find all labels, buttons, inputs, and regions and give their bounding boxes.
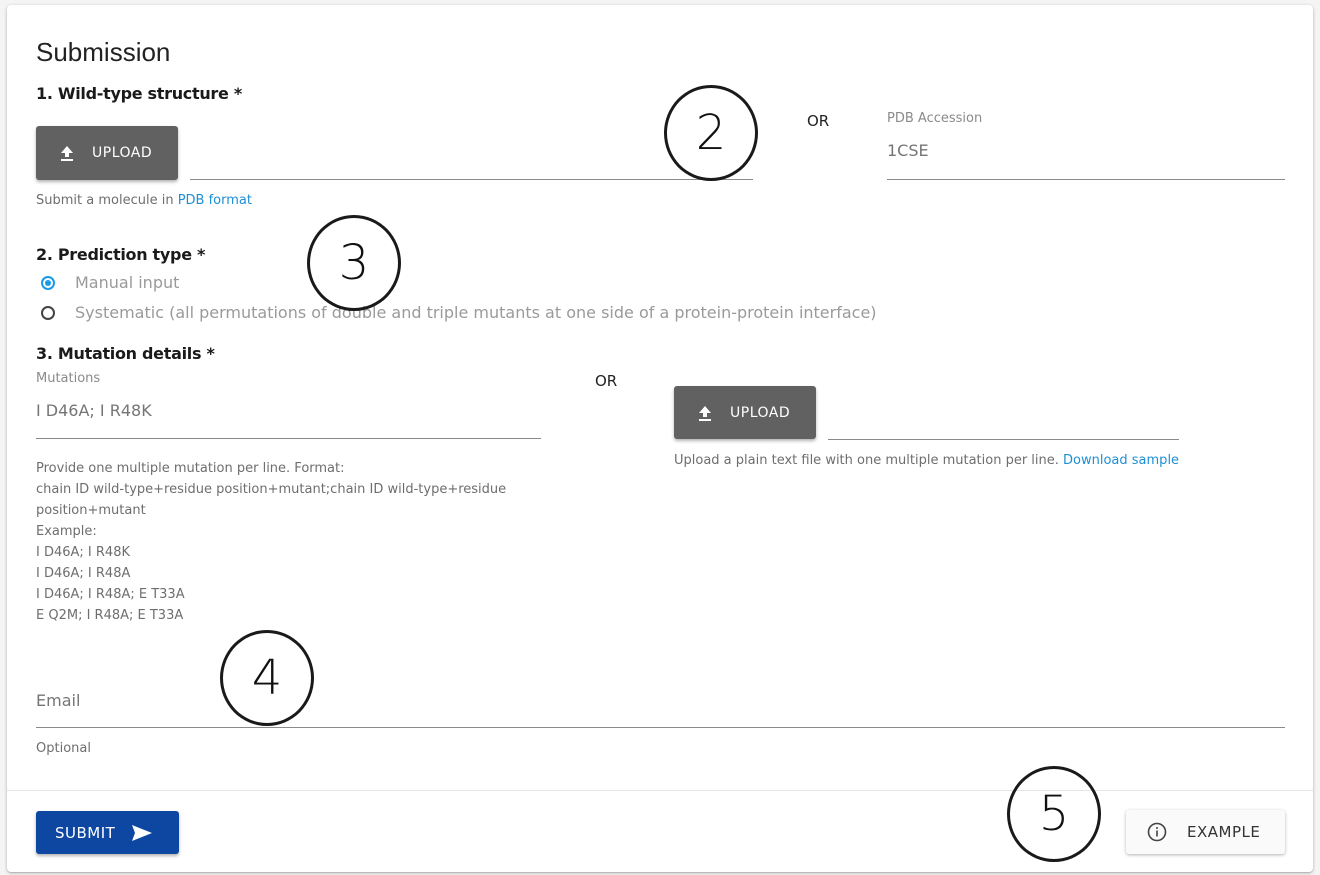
mutations-underline — [36, 438, 541, 439]
send-icon — [131, 824, 153, 842]
mutations-input[interactable] — [36, 401, 541, 420]
section-wild-type-heading: 1. Wild-type structure * — [36, 84, 242, 103]
or-label: OR — [807, 112, 830, 130]
structure-hint: Submit a molecule in PDB format — [36, 193, 252, 208]
email-helper: Optional — [36, 741, 91, 756]
upload-icon — [698, 405, 712, 421]
structure-upload-button[interactable]: UPLOAD — [36, 126, 178, 180]
helper-line: chain ID wild-type+residue position+muta… — [36, 482, 507, 497]
helper-line: Provide one multiple mutation per line. … — [36, 461, 345, 476]
or-label: OR — [595, 372, 618, 390]
helper-line: Example: — [36, 524, 97, 539]
helper-line: I D46A; I R48K — [36, 545, 130, 560]
mutations-upload-button[interactable]: UPLOAD — [674, 386, 816, 439]
annotation-marker: 2 — [664, 85, 758, 181]
section-mutation-details-heading: 3. Mutation details * — [36, 344, 215, 363]
upload-hint-text: Upload a plain text file with one multip… — [674, 453, 1064, 468]
annotation-marker: 5 — [1007, 766, 1101, 862]
mutations-label: Mutations — [36, 371, 101, 386]
mutations-upload-hint: Upload a plain text file with one multip… — [674, 453, 1179, 468]
annotation-marker: 3 — [307, 215, 401, 311]
footer-divider — [7, 790, 1313, 791]
mutations-file-field[interactable] — [828, 439, 1179, 440]
pdb-accession-label: PDB Accession — [887, 111, 983, 126]
info-icon — [1147, 822, 1167, 842]
download-sample-link[interactable]: Download sample — [1063, 453, 1179, 468]
section-prediction-type-heading: 2. Prediction type * — [36, 245, 206, 264]
upload-label: UPLOAD — [92, 145, 153, 161]
annotation-marker: 4 — [220, 630, 314, 726]
pdb-accession-underline — [887, 179, 1285, 180]
structure-file-field[interactable] — [190, 179, 753, 180]
upload-label: UPLOAD — [730, 404, 791, 421]
submit-button[interactable]: SUBMIT — [36, 811, 179, 854]
pdb-format-link[interactable]: PDB format — [178, 193, 252, 208]
radio-label: Manual input — [75, 273, 180, 292]
example-button[interactable]: EXAMPLE — [1126, 810, 1285, 854]
radio-systematic[interactable]: Systematic (all permutations of double a… — [41, 303, 877, 322]
radio-checked-icon[interactable] — [41, 275, 55, 290]
helper-line: I D46A; I R48A; E T33A — [36, 587, 185, 602]
example-label: EXAMPLE — [1187, 823, 1261, 841]
submit-label: SUBMIT — [55, 823, 116, 842]
email-underline — [36, 727, 1285, 728]
upload-icon — [60, 145, 74, 161]
pdb-accession-input[interactable] — [887, 141, 1285, 160]
submission-card: Submission 1. Wild-type structure * UPLO… — [7, 5, 1313, 872]
radio-manual-input[interactable]: Manual input — [41, 273, 179, 292]
helper-line: position+mutant — [36, 503, 146, 518]
helper-line: I D46A; I R48A — [36, 566, 131, 581]
mutations-helper: Provide one multiple mutation per line. … — [36, 458, 506, 626]
helper-line: E Q2M; I R48A; E T33A — [36, 608, 184, 623]
structure-hint-text: Submit a molecule in — [36, 193, 178, 208]
page-title: Submission — [36, 37, 171, 67]
radio-unchecked-icon[interactable] — [41, 305, 55, 320]
radio-label: Systematic (all permutations of double a… — [75, 303, 877, 322]
